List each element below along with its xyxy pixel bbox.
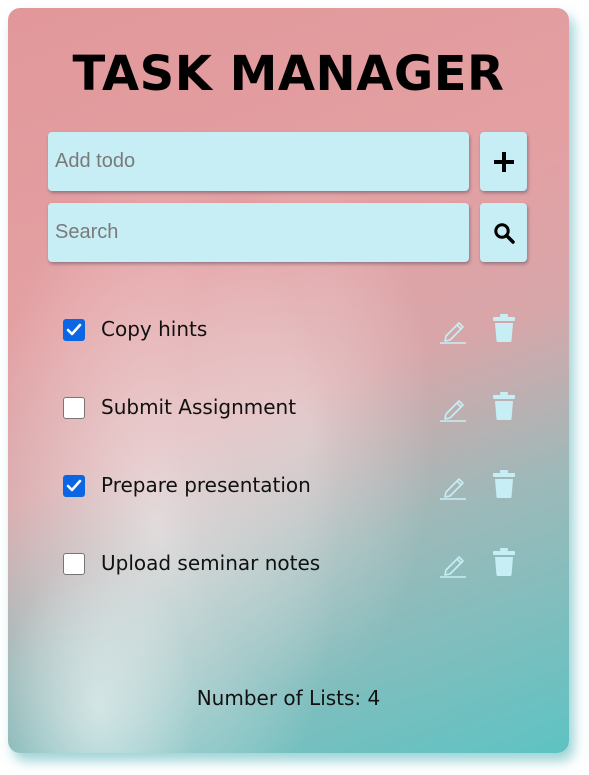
add-todo-button[interactable] — [480, 132, 527, 191]
todo-label: Copy hints — [101, 317, 208, 341]
todo-checkbox[interactable] — [63, 397, 85, 419]
todo-item: Upload seminar notes — [63, 544, 533, 584]
task-manager-card: TASK MANAGER Copy hints Submit Assignmen… — [8, 8, 569, 753]
todo-label: Upload seminar notes — [101, 551, 321, 575]
edit-icon[interactable] — [439, 470, 467, 500]
page-title: TASK MANAGER — [72, 46, 505, 102]
plus-icon — [493, 151, 514, 172]
todo-label: Submit Assignment — [101, 395, 297, 419]
edit-icon[interactable] — [439, 548, 467, 578]
trash-icon[interactable] — [491, 547, 517, 577]
edit-icon[interactable] — [439, 392, 467, 422]
add-todo-input[interactable] — [48, 132, 469, 191]
todo-checkbox[interactable] — [63, 475, 85, 497]
todo-checkbox[interactable] — [63, 553, 85, 575]
trash-icon[interactable] — [491, 391, 517, 421]
trash-icon[interactable] — [491, 313, 517, 343]
todo-item: Submit Assignment — [63, 388, 533, 428]
todo-item: Copy hints — [63, 310, 533, 350]
search-icon — [493, 222, 515, 244]
todo-checkbox[interactable] — [63, 319, 85, 341]
todo-label: Prepare presentation — [101, 473, 311, 497]
trash-icon[interactable] — [491, 469, 517, 499]
search-input[interactable] — [48, 203, 469, 262]
list-count: Number of Lists: 4 — [196, 686, 381, 710]
todo-item: Prepare presentation — [63, 466, 533, 506]
search-button[interactable] — [480, 203, 527, 262]
edit-icon[interactable] — [439, 314, 467, 344]
